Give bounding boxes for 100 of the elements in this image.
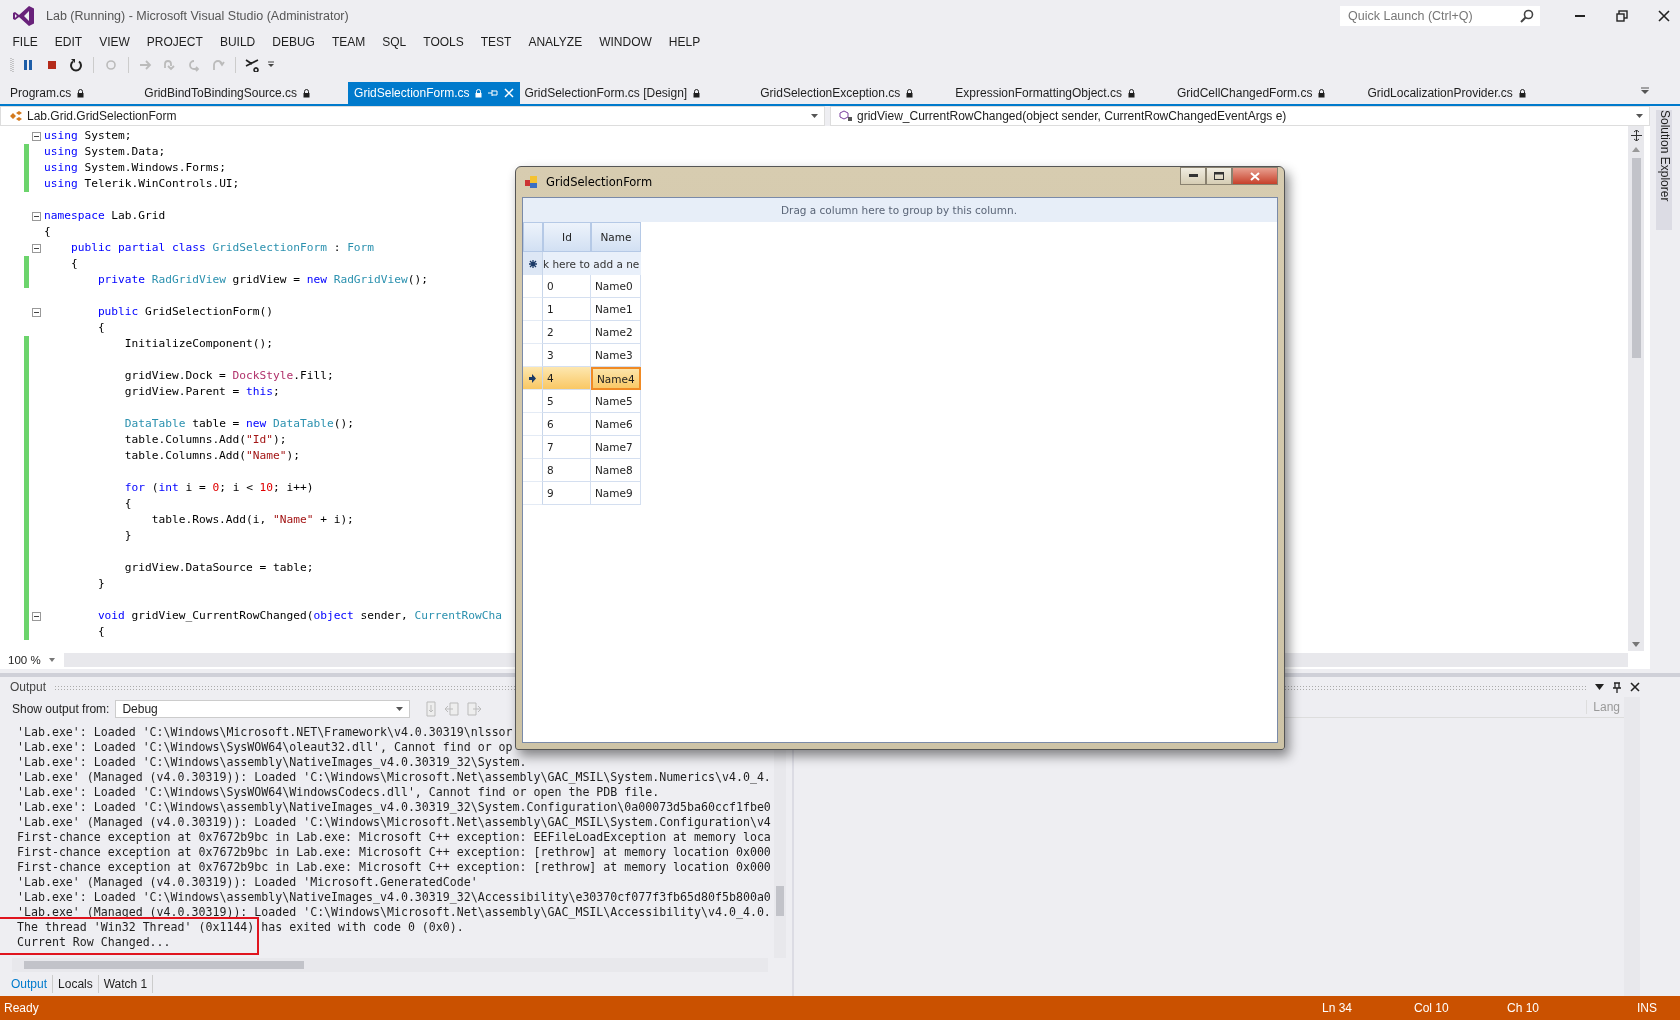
member-dropdown[interactable]: gridView_CurrentRowChanged(object sender, CurrentRowChangedEventArgs e) xyxy=(830,106,1650,126)
close-icon[interactable] xyxy=(1630,682,1640,692)
menu-item[interactable]: BUILD xyxy=(211,32,264,52)
collapse-icon[interactable] xyxy=(32,211,41,221)
code-line: using System; xyxy=(44,128,132,144)
code-line: } xyxy=(123,528,132,544)
output-line: 'Lab.exe': Loaded 'C:\Windows\Microsoft.NET\Framework\v4.0.30319\nlssor xyxy=(17,725,514,740)
grid-row[interactable]: 1 Name1 xyxy=(523,298,641,321)
char-number: Ch 10 xyxy=(1507,1001,1541,1015)
code-line: } xyxy=(96,576,105,592)
code-line: { xyxy=(44,224,51,240)
lock-icon xyxy=(693,88,701,98)
overflow-caret-icon[interactable] xyxy=(267,61,275,69)
header-corner xyxy=(523,222,543,252)
minimize-button[interactable] xyxy=(1180,167,1206,185)
code-line: for (int i = 0; i < 10; i++) xyxy=(123,480,314,496)
lock-icon xyxy=(1318,88,1326,98)
collapse-icon[interactable] xyxy=(32,243,41,253)
grid-row[interactable]: 7 Name7 xyxy=(523,436,641,459)
menu-item[interactable]: ANALYZE xyxy=(519,32,591,52)
output-source-dropdown[interactable]: Debug xyxy=(115,700,411,718)
document-tab[interactable]: GridCellChangedForm.cs xyxy=(1173,82,1364,104)
table-cell: 2 xyxy=(543,321,591,344)
menu-item[interactable]: TEST xyxy=(472,32,520,52)
grid-row[interactable]: 5 Name5 xyxy=(523,390,641,413)
restore-icon xyxy=(1616,10,1628,22)
menu-item[interactable]: PROJECT xyxy=(138,32,212,52)
document-tab[interactable]: GridSelectionException.cs xyxy=(738,82,952,104)
menu-item[interactable]: VIEW xyxy=(90,32,139,52)
table-cell: Name0 xyxy=(591,275,641,298)
menu-item[interactable]: WINDOW xyxy=(590,32,661,52)
search-icon xyxy=(1520,9,1534,23)
document-tab[interactable]: Program.cs xyxy=(6,82,123,104)
code-line: { xyxy=(123,496,132,512)
column-header[interactable]: Name xyxy=(591,222,641,252)
quick-launch-field[interactable]: Quick Launch (Ctrl+Q) xyxy=(1340,6,1540,26)
output-line: Current Row Changed... xyxy=(17,935,172,950)
vertical-scrollbar[interactable] xyxy=(1628,126,1644,651)
table-cell: 8 xyxy=(543,459,591,482)
minimize-icon xyxy=(1188,174,1198,178)
lock-icon xyxy=(1518,88,1526,98)
grid-row[interactable]: 4 Name4 xyxy=(523,367,641,390)
output-line: 'Lab.exe' (Managed (v4.0.30319)): Loaded 'C:\Windows\Microsoft.Net\assembly\GAC_MSIL\Accessibility\v4.0_4.0. xyxy=(17,905,772,920)
table-cell: Name1 xyxy=(591,298,641,321)
type-dropdown[interactable]: Lab.Grid.GridSelectionForm xyxy=(0,106,825,126)
document-tab[interactable]: GridBindToBindingSource.cs xyxy=(122,82,349,104)
solution-explorer-tab[interactable]: Solution Explorer xyxy=(1656,110,1672,230)
pin-icon[interactable] xyxy=(1612,681,1622,693)
grid-row[interactable]: 0 Name0 xyxy=(523,275,641,298)
menu-item[interactable]: DEBUG xyxy=(263,32,324,52)
collapse-icon[interactable] xyxy=(32,611,41,621)
grid-row[interactable]: 6 Name6 xyxy=(523,413,641,436)
code-line: void gridView_CurrentRowChanged(object sender, CurrentRowCha xyxy=(96,608,503,624)
menu-item[interactable]: TEAM xyxy=(323,32,374,52)
document-tab[interactable]: GridSelectionForm.cs [Design] xyxy=(520,82,739,104)
panel-tab[interactable]: Locals xyxy=(53,975,99,993)
tab-overflow-icon[interactable] xyxy=(1640,86,1650,96)
panel-tab[interactable]: Output xyxy=(6,975,54,993)
table-cell: Name5 xyxy=(591,390,641,413)
zoom-dropdown[interactable]: 100 % xyxy=(0,652,64,668)
dropdown-arrow-icon xyxy=(1636,114,1643,118)
panel-tab[interactable]: Watch 1 xyxy=(98,975,154,993)
dropdown-arrow-icon[interactable] xyxy=(1595,684,1604,690)
output-line: 'Lab.exe': Loaded 'C:\Windows\assembly\NativeImages_v4.0.30319_32\Accessibility\e30370cf077f3fb65d80f5b800a0 xyxy=(17,890,772,905)
collapse-icon[interactable] xyxy=(32,307,41,317)
document-tab[interactable]: ExpressionFormattingObject.cs xyxy=(951,82,1174,104)
collapse-icon[interactable] xyxy=(32,131,41,141)
output-line: First-chance exception at 0x7672b9bc in Lab.exe: Microsoft C++ exception: [rethrow] at memory location 0x000 xyxy=(17,845,772,860)
code-line: DataTable table = new DataTable(); xyxy=(123,416,354,432)
restart-icon xyxy=(69,58,83,72)
split-handle-icon[interactable] xyxy=(1630,130,1642,141)
code-line: gridView.Dock = DockStyle.Fill; xyxy=(123,368,334,384)
lock-icon xyxy=(77,88,85,98)
menu-item[interactable]: SQL xyxy=(373,32,415,52)
grid-row[interactable]: 9 Name9 xyxy=(523,482,641,505)
grid-form-dialog[interactable]: GridSelectionForm Drag a column here to group by this column. Id Name k here to add a ne 0 Name0 1 Name1 2 Name2 3 Name3 4 Name4 5 Name5 6 Name6 7 Name7 8 Name8 9 Name9 xyxy=(515,166,1285,750)
step-out-icon xyxy=(211,58,225,72)
menu-item[interactable]: TOOLS xyxy=(414,32,473,52)
vertical-scrollbar[interactable] xyxy=(1624,697,1640,996)
grid-row[interactable]: 2 Name2 xyxy=(523,321,641,344)
scroll-down-icon[interactable] xyxy=(1632,642,1640,647)
output-line: 'Lab.exe': Loaded 'C:\Windows\assembly\NativeImages_v4.0.30319_32\System. xyxy=(17,755,528,770)
scrollbar-thumb[interactable] xyxy=(1631,158,1641,358)
grid-row[interactable]: 8 Name8 xyxy=(523,459,641,482)
document-tab[interactable]: GridLocalizationProvider.cs xyxy=(1363,82,1564,104)
pause-icon xyxy=(22,59,34,71)
menu-item[interactable]: HELP xyxy=(660,32,709,52)
form-title: GridSelectionForm xyxy=(546,175,654,189)
window-title: Lab (Running) - Microsoft Visual Studio (Administrator) xyxy=(46,9,350,23)
group-panel[interactable]: Drag a column here to group by this column. xyxy=(523,198,1277,222)
menu-item[interactable]: EDIT xyxy=(46,32,91,52)
horizontal-scrollbar[interactable] xyxy=(12,958,768,972)
table-cell: Name2 xyxy=(591,321,641,344)
maximize-button[interactable] xyxy=(1206,167,1232,185)
code-line: using Telerik.WinControls.UI; xyxy=(44,176,240,192)
refresh-icon xyxy=(104,58,118,72)
column-header[interactable]: Id xyxy=(543,222,591,252)
menu-item[interactable]: FILE xyxy=(4,32,47,52)
table-cell: Name8 xyxy=(591,459,641,482)
stop-icon xyxy=(46,59,58,71)
